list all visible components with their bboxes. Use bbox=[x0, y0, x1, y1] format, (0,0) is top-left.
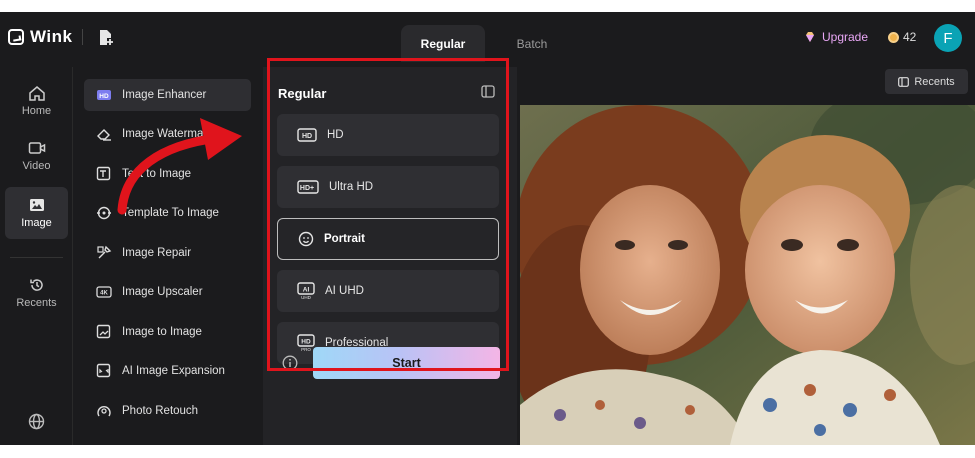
rail-item-image[interactable]: Image bbox=[5, 187, 68, 239]
upgrade-button[interactable]: Upgrade bbox=[804, 30, 868, 44]
tool-template-to-image[interactable]: Template To Image bbox=[84, 197, 251, 229]
wink-logo-icon bbox=[8, 29, 24, 45]
mode-label: HD bbox=[327, 129, 344, 141]
mode-ai-uhd[interactable]: AI UHD AI UHD bbox=[277, 270, 499, 312]
mode-hd[interactable]: HD HD bbox=[277, 114, 499, 156]
app-logo[interactable]: Wink bbox=[8, 27, 72, 47]
recents-button[interactable]: Recents bbox=[885, 69, 968, 94]
svg-text:HD: HD bbox=[301, 339, 311, 346]
new-file-icon[interactable] bbox=[99, 29, 113, 46]
mode-label: Portrait bbox=[324, 233, 365, 245]
mode-portrait[interactable]: Portrait bbox=[277, 218, 499, 260]
recents-label: Recents bbox=[914, 75, 955, 88]
coin-count: 42 bbox=[903, 30, 917, 44]
retouch-icon bbox=[97, 406, 111, 417]
mode-panel: Regular HD HD HD+ Ultra HD Portrait AI UH… bbox=[263, 67, 517, 445]
tool-list: HD Image Enhancer Image Watermark Re... … bbox=[73, 67, 263, 445]
divider bbox=[82, 29, 83, 45]
mode-label: AI UHD bbox=[325, 285, 364, 297]
mode-label: Ultra HD bbox=[329, 181, 374, 193]
video-icon bbox=[28, 142, 45, 154]
expand-icon bbox=[96, 363, 111, 378]
tool-photo-retouch[interactable]: Photo Retouch bbox=[84, 395, 251, 427]
preview-photo bbox=[520, 105, 975, 445]
coin-balance[interactable]: 42 bbox=[888, 30, 916, 44]
svg-text:HD: HD bbox=[302, 133, 312, 140]
info-icon[interactable] bbox=[282, 355, 298, 371]
mode-ultra-hd[interactable]: HD+ Ultra HD bbox=[277, 166, 499, 208]
tool-image-to-image[interactable]: Image to Image bbox=[84, 316, 251, 348]
template-icon bbox=[97, 206, 111, 220]
hd-plus-icon: HD+ bbox=[297, 180, 319, 194]
text-image-icon bbox=[96, 166, 111, 181]
tool-label: AI Image Expansion bbox=[122, 365, 225, 377]
tool-ai-image-expansion[interactable]: AI Image Expansion bbox=[84, 355, 251, 387]
panel-title: Regular bbox=[278, 86, 327, 101]
upgrade-label: Upgrade bbox=[822, 30, 869, 44]
tool-label: Image Enhancer bbox=[122, 89, 207, 101]
svg-text:HD: HD bbox=[99, 93, 109, 100]
repair-icon bbox=[97, 245, 112, 259]
tool-label: Image to Image bbox=[122, 326, 202, 338]
tool-label: Template To Image bbox=[122, 207, 219, 219]
svg-text:HD+: HD+ bbox=[300, 185, 314, 192]
rail-label: Home bbox=[21, 105, 52, 117]
coin-icon bbox=[888, 31, 899, 43]
rail-label: Video bbox=[22, 160, 51, 172]
left-rail: Home Video Image Recents bbox=[0, 67, 73, 445]
start-button[interactable]: Start bbox=[313, 347, 500, 379]
tool-label: Image Watermark Re... bbox=[122, 128, 241, 140]
4k-icon: 4K bbox=[96, 286, 112, 298]
tool-label: Image Upscaler bbox=[122, 286, 203, 298]
svg-text:UHD: UHD bbox=[301, 295, 311, 300]
rail-label: Image bbox=[21, 217, 52, 229]
rail-item-video[interactable]: Video bbox=[5, 130, 68, 182]
tool-image-upscaler[interactable]: 4K Image Upscaler bbox=[84, 276, 251, 308]
hd-badge-icon: HD bbox=[97, 90, 111, 100]
svg-text:4K: 4K bbox=[100, 291, 108, 297]
ai-uhd-icon: AIUHD bbox=[297, 282, 315, 300]
tool-label: Text to Image bbox=[122, 168, 192, 180]
tool-label: Photo Retouch bbox=[122, 405, 199, 417]
rail-item-home[interactable]: Home bbox=[5, 75, 68, 127]
tab-regular[interactable]: Regular bbox=[401, 25, 485, 62]
tab-batch[interactable]: Batch bbox=[490, 25, 574, 62]
hd-icon: HD bbox=[297, 128, 317, 142]
app-name: Wink bbox=[30, 27, 73, 46]
tool-watermark-remover[interactable]: Image Watermark Re... bbox=[84, 118, 251, 150]
sidebar-toggle-icon[interactable] bbox=[481, 85, 495, 98]
panel-icon bbox=[898, 76, 910, 87]
image-icon bbox=[29, 199, 44, 211]
face-icon bbox=[298, 231, 314, 247]
svg-text:AI: AI bbox=[303, 287, 310, 294]
tool-image-repair[interactable]: Image Repair bbox=[84, 237, 251, 269]
user-avatar[interactable]: F bbox=[934, 24, 962, 52]
eraser-icon bbox=[97, 129, 111, 141]
rail-divider bbox=[10, 257, 63, 258]
tool-text-to-image[interactable]: Text to Image bbox=[84, 158, 251, 190]
gem-icon bbox=[806, 32, 814, 42]
rail-item-recents[interactable]: Recents bbox=[5, 267, 68, 319]
tool-image-enhancer[interactable]: HD Image Enhancer bbox=[84, 79, 251, 111]
globe-icon[interactable] bbox=[28, 413, 45, 430]
svg-text:PRO: PRO bbox=[301, 347, 311, 352]
image-to-image-icon bbox=[96, 324, 111, 339]
history-icon bbox=[29, 279, 43, 291]
tool-label: Image Repair bbox=[122, 247, 192, 259]
home-icon bbox=[28, 86, 45, 101]
rail-label: Recents bbox=[16, 297, 57, 309]
